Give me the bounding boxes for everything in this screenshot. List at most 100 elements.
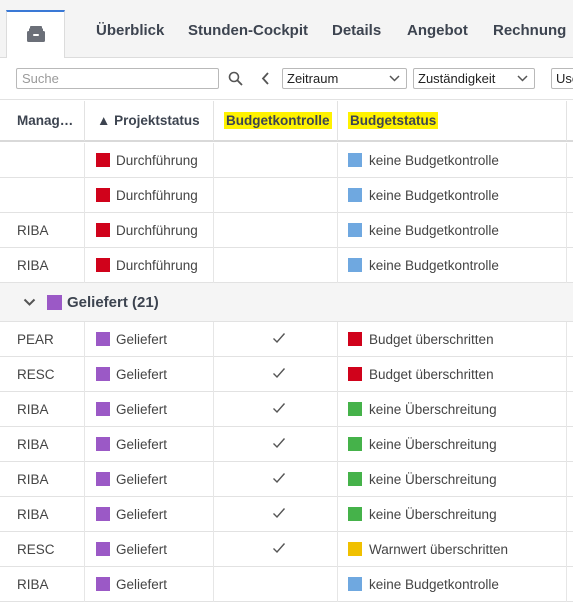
manager-cell: RESC [17,542,55,557]
cell-divider [566,532,567,567]
project-status-cell: Geliefert [116,367,168,382]
cell-divider [337,178,338,213]
column-header-budget-control[interactable]: Budgetkontrolle [224,101,332,140]
user-select[interactable]: Use [551,68,573,89]
cell-divider [84,462,85,497]
project-status-swatch [96,507,110,521]
budget-status-cell: keine Budgetkontrolle [369,258,499,273]
cell-divider [566,567,567,602]
budget-status-cell: keine Budgetkontrolle [369,223,499,238]
column-header-budget-status[interactable]: Budgetstatus [348,101,439,140]
project-status-swatch [96,472,110,486]
cell-divider [337,248,338,283]
cell-divider [213,567,214,602]
cell-divider [566,427,567,462]
tab-stunden-cockpit[interactable]: Stunden-Cockpit [188,22,308,39]
chevron-down-icon[interactable] [23,298,36,307]
budget-status-swatch [348,223,362,237]
column-header-project-status[interactable]: ▲ Projektstatus [97,101,200,140]
project-status-cell: Durchführung [116,223,198,238]
table-row[interactable]: RIBA Durchführung keine Budgetkontrolle [0,213,573,248]
cell-divider [84,532,85,567]
manager-cell: RESC [17,367,55,382]
cell-divider [566,143,567,178]
manager-cell: RIBA [17,507,49,522]
table-row[interactable]: RIBA Geliefert keine Überschreitung [0,427,573,462]
cell-divider [84,248,85,283]
cell-divider [84,357,85,392]
budget-status-cell: keine Überschreitung [369,507,497,522]
project-status-cell: Durchführung [116,188,198,203]
chevron-left-icon[interactable] [261,72,270,85]
table-row[interactable]: RIBA Geliefert keine Überschreitung [0,392,573,427]
search-input[interactable] [16,68,219,89]
budget-status-swatch [348,188,362,202]
table-row[interactable]: PEAR Geliefert Budget überschritten [0,322,573,357]
project-status-swatch [96,367,110,381]
table-row[interactable]: Durchführung keine Budgetkontrolle [0,178,573,213]
tab-details[interactable]: Details [332,22,381,39]
cell-divider [213,497,214,532]
cell-divider [337,357,338,392]
budget-status-swatch [348,437,362,451]
budget-status-cell: Warnwert überschritten [369,542,509,557]
project-status-cell: Geliefert [116,402,168,417]
table-row[interactable]: RIBA Durchführung keine Budgetkontrolle [0,248,573,283]
tab-ueberblick[interactable]: Überblick [96,22,164,39]
check-icon [272,366,286,383]
cell-divider [566,213,567,248]
budget-status-cell: keine Überschreitung [369,472,497,487]
budget-status-cell: keine Überschreitung [369,402,497,417]
cell-divider [213,427,214,462]
tab-angebot[interactable]: Angebot [407,22,468,39]
column-header-manager[interactable]: Manag… [17,101,73,140]
budget-status-swatch [348,258,362,272]
table-row[interactable]: RESC Geliefert Warnwert überschritten [0,532,573,567]
inbox-icon [27,26,45,42]
project-status-cell: Geliefert [116,472,168,487]
table-row[interactable]: RIBA Geliefert keine Überschreitung [0,462,573,497]
group-label: Geliefert (21) [67,294,159,311]
chevron-down-icon [389,75,400,82]
period-select[interactable]: Zeitraum [282,68,407,89]
manager-cell: RIBA [17,472,49,487]
budget-status-cell: keine Budgetkontrolle [369,577,499,592]
table-row[interactable]: RIBA Geliefert keine Überschreitung [0,497,573,532]
column-divider[interactable] [84,101,85,141]
manager-cell: PEAR [17,332,54,347]
cell-divider [566,322,567,357]
check-icon [272,436,286,453]
budget-status-swatch [348,577,362,591]
cell-divider [213,178,214,213]
table-row[interactable]: Durchführung keine Budgetkontrolle [0,143,573,178]
column-divider[interactable] [566,101,567,141]
column-divider[interactable] [213,101,214,141]
budget-status-swatch [348,332,362,346]
cell-divider [213,143,214,178]
check-icon [272,471,286,488]
cell-divider [566,462,567,497]
project-status-cell: Geliefert [116,577,168,592]
tab-home[interactable] [6,10,65,58]
column-divider[interactable] [337,101,338,141]
table-row[interactable]: RIBA Geliefert keine Budgetkontrolle [0,567,573,602]
search-icon[interactable] [228,71,243,86]
cell-divider [337,532,338,567]
table-header: Manag… ▲ Projektstatus Budgetkontrolle B… [0,101,573,142]
check-icon [272,541,286,558]
check-icon [272,506,286,523]
tab-rechnung[interactable]: Rechnung [493,22,566,39]
manager-cell: RIBA [17,402,49,417]
cell-divider [566,392,567,427]
manager-cell: RIBA [17,258,49,273]
cell-divider [213,322,214,357]
group-row-geliefert[interactable]: Geliefert (21) [0,283,573,322]
cell-divider [566,248,567,283]
table-row[interactable]: RESC Geliefert Budget überschritten [0,357,573,392]
project-status-swatch [96,188,110,202]
project-status-swatch [96,258,110,272]
project-status-cell: Durchführung [116,258,198,273]
responsibility-select[interactable]: Zuständigkeit [413,68,535,89]
budget-status-swatch [348,367,362,381]
cell-divider [337,567,338,602]
